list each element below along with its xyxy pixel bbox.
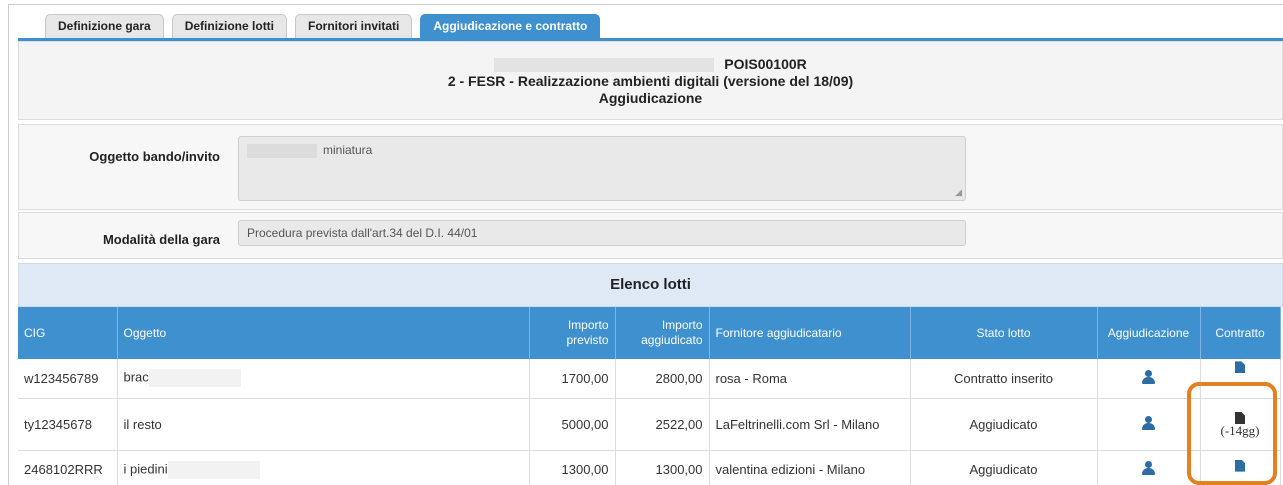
cell-contratto <box>1200 359 1281 399</box>
cell-stato: Contratto inserito <box>910 359 1098 399</box>
cell-importo-previsto: 1300,00 <box>529 450 616 485</box>
redacted-text <box>247 143 317 158</box>
cell-oggetto: brac <box>117 359 530 399</box>
tab-aggiudicazione-contratto[interactable]: Aggiudicazione e contratto <box>420 14 601 38</box>
cell-aggiudicazione <box>1097 398 1201 451</box>
tab-fornitori-invitati[interactable]: Fornitori invitati <box>295 14 413 38</box>
table-header-row: CIG Oggetto Importo previsto Importo agg… <box>18 307 1281 359</box>
table-row: w123456789 brac 1700,00 2800,00 rosa - R… <box>18 359 1281 399</box>
redacted-school-name <box>494 58 715 73</box>
modalita-label: Modalità della gara <box>102 232 220 247</box>
col-importo-previsto: Importo previsto <box>529 307 616 359</box>
modalita-row: Modalità della gara Procedura prevista d… <box>18 212 1283 259</box>
oggetto-label: Oggetto bando/invito <box>89 149 220 164</box>
contract-deadline: (-14gg) <box>1220 423 1260 438</box>
contract-doc-icon[interactable] <box>1235 361 1245 374</box>
tab-definizione-lotti[interactable]: Definizione lotti <box>171 14 288 38</box>
cell-contratto: (-14gg) <box>1200 398 1281 451</box>
cell-oggetto: i piedini <box>117 450 530 485</box>
cell-aggiudicazione <box>1097 359 1201 399</box>
cell-fornitore: rosa - Roma <box>709 359 911 399</box>
cell-fornitore: valentina edizioni - Milano <box>709 450 911 485</box>
cell-oggetto: il resto <box>117 398 530 451</box>
cell-importo-previsto: 1700,00 <box>529 359 616 399</box>
col-oggetto: Oggetto <box>117 307 530 359</box>
project-title: 2 - FESR - Realizzazione ambienti digita… <box>447 73 854 89</box>
cell-stato: Aggiudicato <box>910 450 1098 485</box>
upload-contract-icon[interactable] <box>1235 412 1245 424</box>
oggetto-value: miniatura <box>323 143 373 157</box>
cell-importo-aggiudicato: 2800,00 <box>615 359 710 399</box>
cell-importo-aggiudicato: 2522,00 <box>615 398 710 451</box>
oggetto-row: Oggetto bando/invito miniatura ◢ <box>18 124 1283 210</box>
lotti-section-title: Elenco lotti <box>18 263 1283 307</box>
col-contratto: Contratto <box>1200 307 1281 359</box>
col-stato-lotto: Stato lotto <box>910 307 1098 359</box>
section-title: Aggiudicazione <box>598 90 703 106</box>
col-fornitore: Fornitore aggiudicatario <box>709 307 911 359</box>
tab-bar: Definizione gara Definizione lotti Forni… <box>45 14 601 38</box>
cell-contratto <box>1200 450 1281 485</box>
redacted-text <box>167 460 260 479</box>
cell-cig: 2468102RRR <box>18 450 118 485</box>
contract-doc-icon[interactable] <box>1235 459 1245 472</box>
cell-cig: w123456789 <box>18 359 118 399</box>
resize-handle-icon[interactable]: ◢ <box>955 187 962 198</box>
user-icon[interactable] <box>1142 369 1155 384</box>
cell-importo-aggiudicato: 1300,00 <box>615 450 710 485</box>
table-row: ty12345678 il resto 5000,00 2522,00 LaFe… <box>18 398 1281 451</box>
cell-stato: Aggiudicato <box>910 398 1098 451</box>
school-code: POIS00100R <box>724 56 807 72</box>
col-cig: CIG <box>18 307 118 359</box>
cell-fornitore: LaFeltrinelli.com Srl - Milano <box>709 398 911 451</box>
tab-definizione-gara[interactable]: Definizione gara <box>45 14 164 38</box>
user-icon[interactable] <box>1142 415 1155 430</box>
col-importo-aggiudicato: Importo aggiudicato <box>615 307 710 359</box>
cell-aggiudicazione <box>1097 450 1201 485</box>
redacted-text <box>148 369 241 388</box>
cell-importo-previsto: 5000,00 <box>529 398 616 451</box>
oggetto-textarea[interactable]: miniatura ◢ <box>238 136 966 201</box>
cell-cig: ty12345678 <box>18 398 118 451</box>
col-aggiudicazione: Aggiudicazione <box>1097 307 1201 359</box>
table-row: 2468102RRR i piedini 1300,00 1300,00 val… <box>18 450 1281 485</box>
page-header: POIS00100R 2 - FESR - Realizzazione ambi… <box>18 41 1283 120</box>
lotti-table: CIG Oggetto Importo previsto Importo agg… <box>18 307 1281 485</box>
user-icon[interactable] <box>1142 461 1155 475</box>
modalita-input[interactable]: Procedura prevista dall'art.34 del D.I. … <box>238 220 966 246</box>
